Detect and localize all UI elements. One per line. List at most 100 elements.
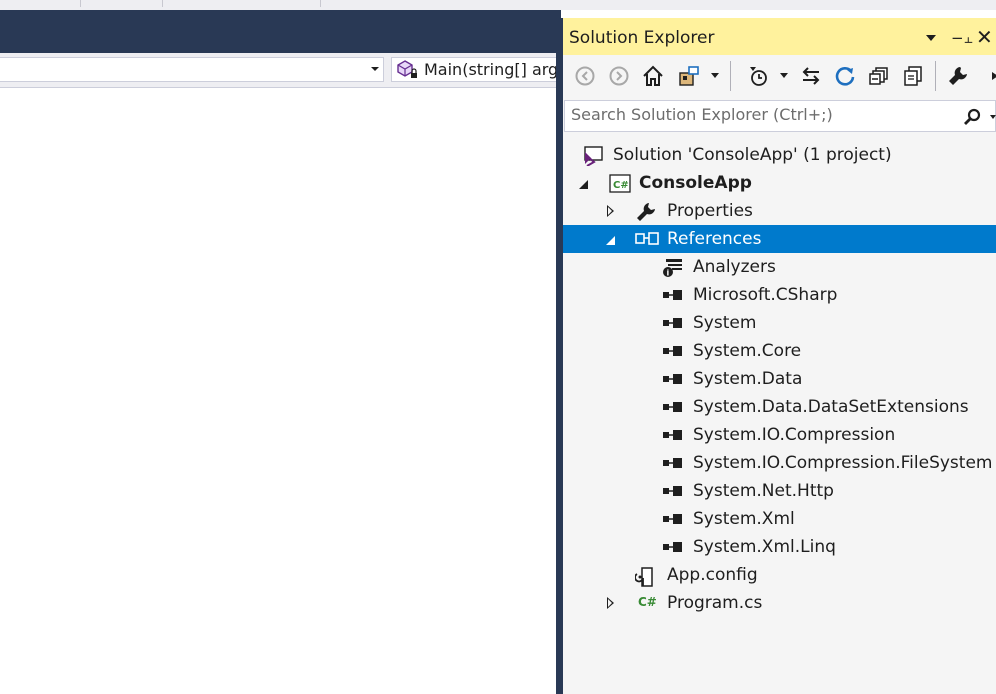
- tree-node-label: System.IO.Compression: [693, 425, 896, 445]
- tree-node-analyzers[interactable]: i Analyzers: [563, 253, 996, 281]
- tree-node-reference[interactable]: System.Xml: [563, 505, 996, 533]
- back-icon: [575, 66, 595, 86]
- toolbar-overflow-button[interactable]: [983, 64, 996, 88]
- code-editor[interactable]: [0, 88, 557, 694]
- csharp-file-icon: C#: [638, 595, 657, 609]
- expand-arrow-icon[interactable]: [607, 205, 614, 217]
- search-input[interactable]: [571, 105, 951, 124]
- solution-explorer-toolbar: [563, 55, 996, 98]
- document-tab[interactable]: [0, 0, 81, 7]
- tree-node-label: Analyzers: [693, 257, 776, 277]
- forward-button[interactable]: [607, 64, 631, 88]
- tree-node-label: System.Data: [693, 369, 803, 389]
- tree-node-reference[interactable]: System.Net.Http: [563, 477, 996, 505]
- pending-changes-filter-button[interactable]: [747, 64, 771, 88]
- tree-node-label: System.Core: [693, 341, 802, 361]
- assembly-reference-icon: [662, 398, 682, 416]
- chevron-down-icon[interactable]: [711, 73, 719, 78]
- back-button[interactable]: [573, 64, 597, 88]
- sync-with-active-document-icon: [802, 67, 820, 85]
- csharp-project-icon: C#: [609, 174, 631, 193]
- chevron-right-icon: [992, 72, 996, 80]
- assembly-reference-icon: [662, 510, 682, 528]
- tree-node-label: References: [667, 229, 762, 249]
- wrench-icon: [635, 202, 655, 221]
- switch-views-button[interactable]: [677, 64, 701, 88]
- method-icon: [397, 60, 419, 81]
- assembly-reference-icon: [662, 482, 682, 500]
- tree-node-label: Program.cs: [667, 593, 763, 613]
- document-tab-strip: [0, 0, 996, 10]
- type-dropdown[interactable]: [0, 57, 384, 82]
- show-all-files-icon: [904, 66, 922, 86]
- tree-node-reference[interactable]: System.Data: [563, 365, 996, 393]
- config-file-icon: [634, 566, 655, 587]
- tree-node-properties[interactable]: Properties: [563, 197, 996, 225]
- search-icon[interactable]: [963, 108, 981, 130]
- tree-node-reference[interactable]: System.Core: [563, 337, 996, 365]
- tree-node-label: Solution 'ConsoleApp' (1 project): [613, 145, 892, 165]
- tree-node-label: System.Data.DataSetExtensions: [693, 397, 969, 417]
- home-icon: [643, 65, 663, 86]
- collapse-all-button[interactable]: [867, 64, 891, 88]
- assembly-reference-icon: [662, 286, 682, 304]
- visual-studio-solution-icon: [582, 146, 603, 167]
- tree-node-app-config[interactable]: App.config: [563, 561, 996, 589]
- assembly-reference-icon: [662, 370, 682, 388]
- tree-node-label: System.IO.Compression.FileSystem: [693, 453, 993, 473]
- collapse-all-icon: [869, 67, 888, 85]
- collapse-arrow-icon[interactable]: [606, 236, 615, 245]
- window-position-dropdown-icon[interactable]: [926, 35, 936, 41]
- navigation-bar: Main(string[] args): [0, 53, 566, 88]
- chevron-down-icon[interactable]: [780, 73, 788, 78]
- assembly-reference-icon: [662, 314, 682, 332]
- tree-node-reference[interactable]: System.Xml.Linq: [563, 533, 996, 561]
- tree-node-reference[interactable]: System: [563, 309, 996, 337]
- collapse-arrow-icon[interactable]: [579, 180, 588, 189]
- analyzers-icon: i: [662, 258, 682, 278]
- tree-node-label: System.Net.Http: [693, 481, 834, 501]
- search-options-dropdown-icon[interactable]: [990, 115, 996, 119]
- assembly-reference-icon: [662, 342, 682, 360]
- show-all-files-button[interactable]: [901, 64, 925, 88]
- tree-node-label: System.Xml: [693, 509, 795, 529]
- solution-tree: Solution 'ConsoleApp' (1 project) C# Con…: [563, 141, 996, 694]
- tree-node-reference[interactable]: System.IO.Compression: [563, 421, 996, 449]
- properties-button[interactable]: [946, 64, 970, 88]
- tree-node-solution[interactable]: Solution 'ConsoleApp' (1 project): [563, 141, 996, 169]
- tree-node-references[interactable]: References: [563, 225, 996, 253]
- wrench-icon: [949, 67, 967, 85]
- toolbar-separator: [935, 61, 936, 91]
- svg-text:i: i: [667, 269, 670, 278]
- tree-node-label: System: [693, 313, 757, 333]
- solution-explorer-title-bar: Solution Explorer −⫠ ✕: [563, 18, 996, 55]
- expand-arrow-icon[interactable]: [607, 597, 614, 609]
- switch-views-icon: [679, 66, 699, 86]
- close-icon[interactable]: ✕: [976, 25, 993, 49]
- tree-node-label: Properties: [667, 201, 753, 221]
- document-tab[interactable]: [164, 0, 321, 7]
- chevron-down-icon: [371, 67, 379, 71]
- assembly-reference-icon: [662, 426, 682, 444]
- home-button[interactable]: [641, 64, 665, 88]
- tree-node-label: Microsoft.CSharp: [693, 285, 838, 305]
- solution-explorer-search[interactable]: [564, 100, 996, 132]
- panel-title: Solution Explorer: [569, 28, 715, 48]
- refresh-button[interactable]: [833, 64, 857, 88]
- tree-node-project[interactable]: C# ConsoleApp: [563, 169, 996, 197]
- assembly-reference-icon: [662, 454, 682, 472]
- pin-icon[interactable]: −⫠: [951, 29, 973, 47]
- tree-node-reference[interactable]: System.IO.Compression.FileSystem: [563, 449, 996, 477]
- assembly-reference-icon: [662, 538, 682, 556]
- tree-node-label: ConsoleApp: [639, 173, 752, 193]
- document-tab[interactable]: [82, 0, 163, 7]
- sync-with-active-document-button[interactable]: [799, 64, 823, 88]
- toolbar-separator: [730, 61, 731, 91]
- refresh-icon: [835, 67, 855, 86]
- tree-node-reference[interactable]: System.Data.DataSetExtensions: [563, 393, 996, 421]
- forward-icon: [609, 66, 629, 86]
- tree-node-reference[interactable]: Microsoft.CSharp: [563, 281, 996, 309]
- member-dropdown[interactable]: Main(string[] args): [391, 57, 566, 82]
- svg-text:C#: C#: [613, 180, 629, 191]
- tree-node-program-cs[interactable]: C# Program.cs: [563, 589, 996, 617]
